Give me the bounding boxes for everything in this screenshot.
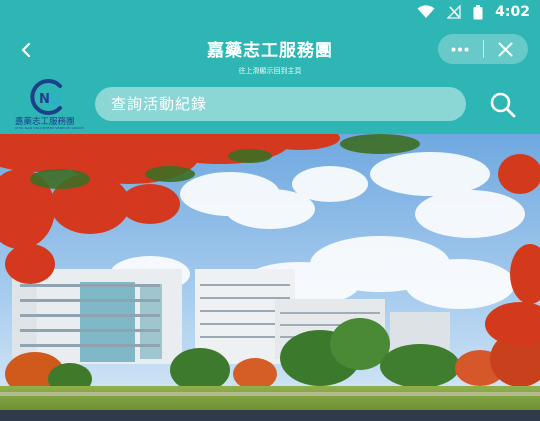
- back-button[interactable]: [12, 36, 40, 64]
- svg-text:N: N: [39, 92, 50, 107]
- more-button[interactable]: [438, 34, 483, 64]
- campus-photo: [0, 134, 540, 410]
- battery-icon: [473, 4, 483, 19]
- close-icon: [498, 42, 513, 56]
- title-bar: 嘉藥志工服務團 往上滑顯示回到主頁: [0, 24, 540, 78]
- no-signal-icon: [447, 5, 461, 19]
- logo[interactable]: N 嘉藥志工服務團 CHIA NAN VOLUNTEER SERVICE GRO…: [12, 78, 84, 130]
- wifi-icon: [417, 5, 435, 18]
- search-input[interactable]: 查詢活動紀錄: [95, 87, 466, 121]
- status-bar: 4:02: [0, 0, 540, 24]
- bottom-strip: [0, 410, 540, 421]
- close-button[interactable]: [483, 34, 528, 64]
- page-title: 嘉藥志工服務團: [207, 41, 333, 61]
- miniprogram-capsule: [438, 34, 528, 64]
- hero-banner-image[interactable]: [0, 134, 540, 410]
- page-subtitle: 往上滑顯示回到主頁: [238, 67, 302, 75]
- search-row: N 嘉藥志工服務團 CHIA NAN VOLUNTEER SERVICE GRO…: [0, 78, 540, 134]
- search-button[interactable]: [488, 90, 518, 120]
- app-screen: 4:02 嘉藥志工服務團 往上滑顯示回到主頁 N 嘉藥志工服務團 CHIA NA…: [0, 0, 540, 421]
- chevron-left-icon: [21, 42, 31, 58]
- cnu-logo-mark: N: [30, 79, 62, 115]
- search-icon: [490, 92, 516, 118]
- clock-time: 4:02: [495, 4, 530, 20]
- title-block: 嘉藥志工服務團 往上滑顯示回到主頁: [120, 36, 420, 76]
- more-dots-icon: [451, 47, 469, 51]
- logo-subtext: CHIA NAN VOLUNTEER SERVICE GROUP: [15, 126, 84, 130]
